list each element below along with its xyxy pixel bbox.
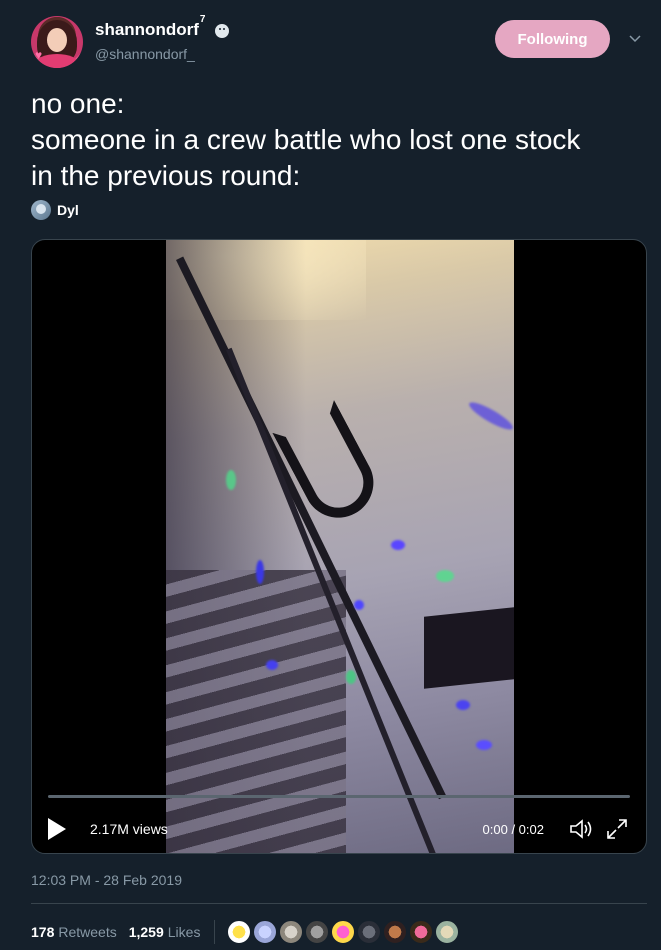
video-time: 0:00 / 0:02 xyxy=(482,821,544,837)
video-controls: 2.17M views 0:00 / 0:02 xyxy=(48,816,630,842)
liker-avatar[interactable] xyxy=(227,920,252,944)
like-label[interactable]: Likes xyxy=(168,924,201,940)
liker-avatar[interactable] xyxy=(435,920,460,944)
tagged-user[interactable]: Dyl xyxy=(31,200,79,220)
volume-icon[interactable] xyxy=(568,816,594,842)
tweet-timestamp[interactable]: 12:03 PM - 28 Feb 2019 xyxy=(31,872,182,888)
play-icon[interactable] xyxy=(48,818,66,840)
tagged-user-name: Dyl xyxy=(57,202,79,218)
tweet-text: no one: someone in a crew battle who los… xyxy=(31,88,581,191)
liker-avatar[interactable] xyxy=(383,920,408,944)
liker-avatar[interactable] xyxy=(409,920,434,944)
video-progress-bar[interactable] xyxy=(48,795,630,798)
author-handle[interactable]: @shannondorf_ xyxy=(95,46,195,62)
avatar-face xyxy=(47,28,67,52)
author-display-name[interactable]: shannondorf7 xyxy=(95,14,205,40)
tweet-stats: 178 Retweets 1,259 Likes xyxy=(31,920,460,944)
emoji-face-icon xyxy=(215,24,230,38)
divider xyxy=(31,903,647,904)
video-frame xyxy=(166,240,514,853)
chevron-down-icon[interactable] xyxy=(629,32,641,44)
retweet-label[interactable]: Retweets xyxy=(58,924,116,940)
display-name-suffix: 7 xyxy=(199,14,206,25)
heart-icon: ♥ xyxy=(35,48,43,62)
video-view-count: 2.17M views xyxy=(90,821,168,837)
author-avatar[interactable]: ♥ xyxy=(31,16,83,68)
retweet-count[interactable]: 178 xyxy=(31,924,54,940)
like-count[interactable]: 1,259 xyxy=(129,924,164,940)
tagged-user-avatar xyxy=(31,200,51,220)
liker-avatar[interactable] xyxy=(253,920,278,944)
liker-avatars[interactable] xyxy=(227,920,460,944)
stats-divider xyxy=(214,920,216,944)
display-name-text: shannondorf xyxy=(95,20,199,39)
liker-avatar[interactable] xyxy=(357,920,382,944)
liker-avatar[interactable] xyxy=(305,920,330,944)
tweet-header: ♥ shannondorf7 @shannondorf_ Following xyxy=(31,14,641,70)
liker-avatar[interactable] xyxy=(279,920,304,944)
following-button[interactable]: Following xyxy=(495,20,610,58)
video-player[interactable]: 2.17M views 0:00 / 0:02 xyxy=(31,239,647,854)
liker-avatar[interactable] xyxy=(331,920,356,944)
fullscreen-icon[interactable] xyxy=(606,818,628,840)
author-name-row[interactable]: shannondorf7 xyxy=(95,14,230,40)
